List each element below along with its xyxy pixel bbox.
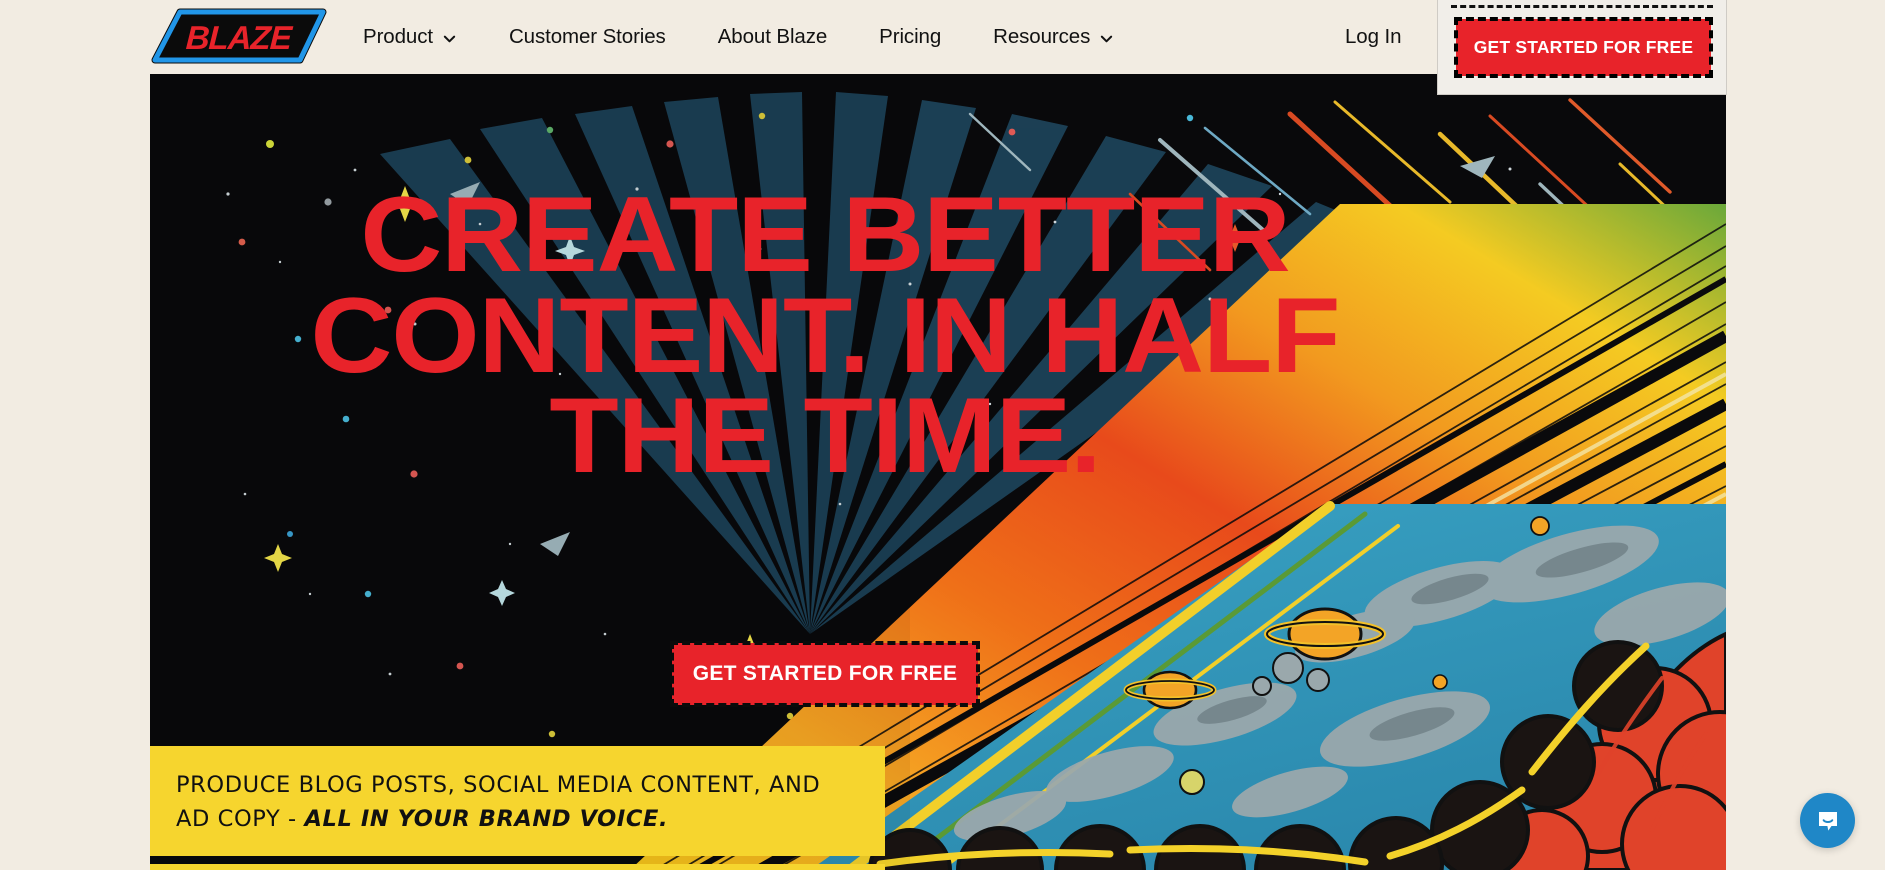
hero-get-started-button[interactable]: GET STARTED FOR FREE: [670, 641, 980, 707]
nav-item-pricing[interactable]: Pricing: [853, 25, 967, 49]
svg-text:BLAZE: BLAZE: [185, 19, 294, 56]
blaze-logo-icon: BLAZE: [151, 8, 327, 64]
page-root: BLAZE Product Customer Stories About Bla…: [0, 0, 1885, 870]
nav-cta-label: GET STARTED FOR FREE: [1473, 37, 1694, 57]
nav-item-label: Product: [363, 25, 433, 48]
banner-text-emphasis: ALL IN YOUR BRAND VOICE.: [304, 806, 669, 833]
hero-cta-wrapper: GET STARTED FOR FREE: [150, 641, 1500, 707]
hero-yellow-banner-secondary: [150, 864, 885, 870]
hero-yellow-banner: PRODUCE BLOG POSTS, SOCIAL MEDIA CONTENT…: [150, 746, 885, 856]
login-label: Log In: [1345, 25, 1402, 48]
blaze-logo[interactable]: BLAZE: [150, 8, 327, 64]
chevron-down-icon: [442, 31, 457, 46]
nav-item-label: Pricing: [879, 25, 942, 48]
chevron-down-icon: [1099, 31, 1114, 46]
nav-item-product[interactable]: Product: [355, 25, 483, 49]
hero-cta-label: GET STARTED FOR FREE: [692, 662, 958, 685]
hero-section: CREATE BETTER CONTENT. IN HALF THE TIME.…: [150, 74, 1726, 870]
intercom-chat-launcher[interactable]: [1800, 793, 1855, 848]
nav-item-label: Customer Stories: [508, 25, 666, 48]
login-link[interactable]: Log In: [1345, 0, 1402, 74]
hero-banner-text: PRODUCE BLOG POSTS, SOCIAL MEDIA CONTENT…: [176, 768, 859, 836]
nav-get-started-button[interactable]: GET STARTED FOR FREE: [1454, 17, 1713, 78]
nav-cta-overlay-panel: GET STARTED FOR FREE: [1437, 0, 1727, 95]
nav-item-label: About Blaze: [717, 25, 828, 48]
nav-item-customer-stories[interactable]: Customer Stories: [483, 25, 692, 49]
nav-item-about-blaze[interactable]: About Blaze: [692, 25, 853, 49]
nav-links: Product Customer Stories About Blaze Pri…: [355, 0, 1140, 74]
nav-item-label: Resources: [993, 25, 1091, 48]
chat-bubble-smile-icon: [1818, 811, 1837, 831]
nav-item-resources[interactable]: Resources: [967, 25, 1140, 49]
